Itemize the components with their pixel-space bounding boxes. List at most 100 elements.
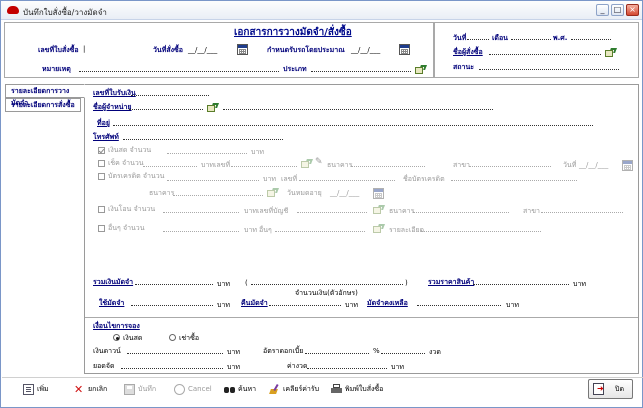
save-button[interactable]: บันทึก [124,382,156,396]
pen-icon[interactable]: ✎ [315,158,323,167]
other-checkbox[interactable] [98,225,105,232]
leasing-radio[interactable] [169,334,176,341]
down-label: เงินดาวน์ [93,347,121,355]
credit-amount-field[interactable] [167,180,259,181]
tab-deposit[interactable]: รายละเอียดการวางมัดจำ [5,84,85,107]
percent-label: % [373,347,380,355]
account-field[interactable] [297,212,367,213]
card-name-field[interactable] [451,180,577,181]
calendar-icon[interactable] [399,44,410,55]
bank-label: ธนาคาร [327,161,353,169]
card-bank-field[interactable] [173,195,263,196]
month-field [511,39,551,40]
transfer-checkbox[interactable] [98,206,105,213]
detail-label: รายละเอียด [389,226,425,234]
print-button[interactable]: พิมพ์ใบสั่งซื้อ [331,382,383,396]
delivery-date-field[interactable]: __/__/___ [351,46,380,55]
open-paren: ( [245,279,248,287]
lookup-icon[interactable] [373,224,385,233]
payer-label: ชื่อผู้จำหน่าย [93,103,132,111]
binoculars-icon [224,384,235,395]
baht-label: บาท [217,301,230,309]
cheque-no-field[interactable] [231,166,297,167]
period-label: งวด [429,348,441,356]
transfer-branch-field[interactable] [541,212,623,213]
bank-field[interactable] [351,166,425,167]
credit-checkbox[interactable] [98,173,105,180]
buyer-field[interactable] [489,54,601,55]
minimize-button[interactable]: _ [596,4,609,16]
calendar-icon[interactable] [373,188,384,199]
cash-checkbox[interactable] [98,147,105,154]
add-button[interactable]: เพิ่ม [23,382,49,396]
day-field [467,39,489,40]
deposit-panel [84,84,639,374]
account-label: เลขที่บัญชี [257,207,289,215]
cheque-date-field[interactable]: __/__/___ [579,161,608,170]
card-no-field[interactable] [299,180,395,181]
baht-label: บาท [201,161,214,169]
note-label: หมายเหตุ [42,65,71,73]
main-window: บันทึกใบสั่งซื้อ/วางมัดจำ _ □ × เอกสารกา… [0,0,643,408]
exit-button[interactable]: ➜ ปิด [588,379,633,399]
payer-name-field[interactable] [223,109,493,110]
card-name-label: ชื่อบัตรเครดิต [403,175,445,183]
expire-label: วันหมดอายุ [287,189,322,197]
cheque-checkbox[interactable] [98,160,105,167]
lookup-icon[interactable] [415,65,427,74]
period-field[interactable] [381,353,425,354]
order-date-field[interactable]: __/__/___ [188,46,217,55]
lookup-icon[interactable] [373,205,385,214]
app-icon [7,6,19,14]
clear-button[interactable]: เคลียร์ค่ารับ [269,382,319,396]
baht-label: บาท [227,363,240,371]
expire-field[interactable]: __/__/___ [330,189,359,198]
baht-label: บาท [244,207,257,215]
cash-radio[interactable] [113,334,120,341]
branch-label: สาขา [453,161,470,169]
other-amount-field[interactable] [163,231,239,232]
lookup-icon[interactable] [301,159,313,168]
phone-field[interactable] [123,139,283,140]
address-field[interactable] [113,125,593,126]
refund-label: คืนมัดจำ [241,299,268,307]
calendar-icon[interactable] [622,160,633,171]
calendar-icon[interactable] [237,44,248,55]
cancel-document-button[interactable]: ✕ ยกเลิก [74,382,107,396]
lookup-icon[interactable] [605,48,617,57]
document-title: เอกสารการวางมัดจำ/สั่งซื้อ [234,27,352,38]
transfer-branch-label: สาขา [523,207,540,215]
buyer-label: ชื่อผู้สั่งซื้อ [453,48,483,56]
search-button[interactable]: ค้นหา [224,382,256,396]
down-field[interactable] [127,353,223,354]
cancel-button[interactable]: Cancel [174,382,212,396]
branch-field[interactable] [469,166,551,167]
note-field[interactable] [79,71,279,72]
phone-label: โทรศัพท์ [93,133,119,141]
interest-field[interactable] [305,353,369,354]
installment-field[interactable] [307,368,387,369]
undo-icon [174,383,185,395]
lookup-icon[interactable] [267,188,279,197]
payer-code-field[interactable] [129,109,203,110]
transfer-bank-field[interactable] [413,212,509,213]
transfer-bank-label: ธนาคาร [389,207,415,215]
detail-field[interactable] [421,231,541,232]
order-no-field[interactable]: | [83,45,85,54]
receipt-no-label: เลขที่ใบรับเงิน [93,89,136,97]
other-type-field[interactable] [275,231,365,232]
interest-label: อัตราดอกเบี้ย [263,347,304,355]
finance-field[interactable] [121,368,223,369]
baht-label: บาท [227,348,240,356]
used-label: ใช้มัดจำ [99,299,125,307]
close-button[interactable]: × [626,4,639,16]
transfer-amount-field[interactable] [163,212,239,213]
cheque-amount-field[interactable] [143,166,197,167]
cash-amount-field[interactable] [167,153,247,154]
lookup-icon[interactable] [207,103,219,112]
refund-field [269,305,341,306]
maximize-button[interactable]: □ [611,4,624,16]
type-field[interactable] [311,71,411,72]
x-icon: ✕ [74,382,84,396]
receipt-no-field[interactable] [131,95,209,96]
